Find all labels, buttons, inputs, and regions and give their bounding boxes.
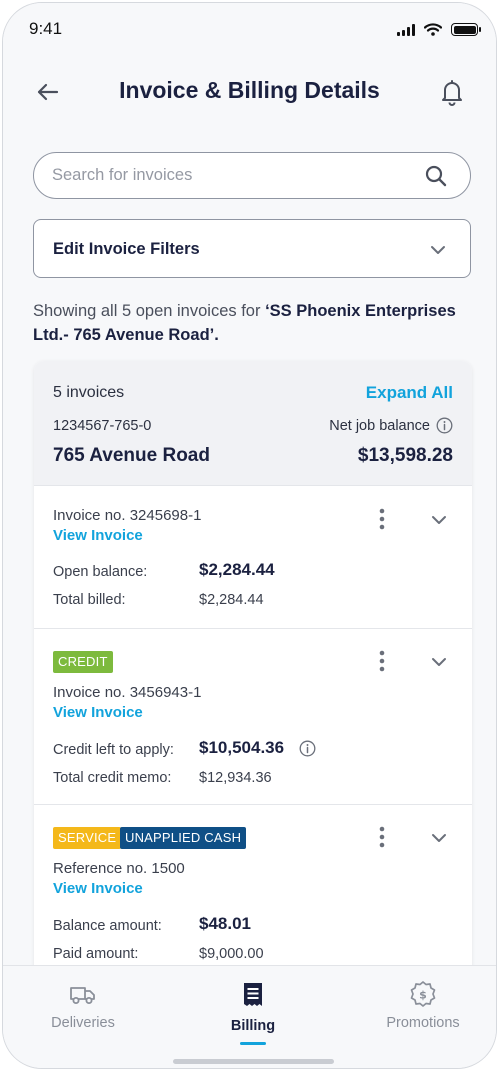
primary-amount-value: $10,504.36 [199, 738, 285, 757]
info-icon[interactable] [436, 417, 453, 434]
invoice-list-card: 5 invoices Expand All 1234567-765-0 Net … [34, 361, 472, 981]
nav-item-billing[interactable]: Billing [173, 966, 333, 1056]
search-icon[interactable] [424, 164, 448, 188]
view-invoice-link[interactable]: View Invoice [53, 527, 143, 544]
primary-amount-label: Credit left to apply: [53, 742, 174, 758]
back-button[interactable] [33, 77, 63, 107]
invoice-count: 5 invoices [53, 384, 125, 401]
secondary-amount-label: Total credit memo: [53, 770, 172, 786]
edit-invoice-filters-dropdown[interactable]: Edit Invoice Filters [33, 219, 471, 278]
battery-icon [451, 23, 481, 36]
service-badge: SERVICE [53, 827, 122, 849]
chevron-down-icon[interactable] [430, 511, 448, 529]
nav-label-promotions: Promotions [386, 1015, 460, 1031]
view-invoice-link[interactable]: View Invoice [53, 704, 143, 721]
secondary-amount-value: $2,284.44 [199, 592, 264, 608]
nav-item-promotions[interactable]: $ Promotions [343, 966, 496, 1056]
more-options-icon[interactable] [374, 649, 390, 673]
secondary-amount-value: $12,934.36 [199, 770, 272, 786]
bottom-navigation: Deliveries Billing $ Promotions [3, 965, 496, 1068]
invoice-summary-text: Showing all 5 open invoices for ‘SS Phoe… [33, 299, 473, 347]
view-invoice-link[interactable]: View Invoice [53, 880, 143, 897]
account-summary: 5 invoices Expand All 1234567-765-0 Net … [34, 361, 472, 486]
nav-label-billing: Billing [230, 1018, 276, 1034]
search-bar [33, 152, 471, 199]
net-job-balance-label: Net job balance [329, 417, 430, 434]
primary-amount-value: $2,284.44 [199, 560, 275, 579]
home-indicator[interactable] [173, 1059, 334, 1064]
nav-item-deliveries[interactable]: Deliveries [3, 966, 163, 1056]
more-options-icon[interactable] [374, 507, 390, 531]
invoice-item: Invoice no. 3245698-1 View Invoice Open … [34, 487, 472, 629]
active-tab-indicator [240, 1042, 266, 1045]
job-address: 765 Avenue Road [53, 445, 210, 466]
invoice-reference: Reference no. 1500 [53, 860, 185, 877]
nav-label-deliveries: Deliveries [51, 1015, 115, 1031]
info-icon[interactable] [299, 740, 316, 757]
promotions-icon: $ [410, 981, 436, 1007]
truck-icon [70, 987, 95, 1004]
invoice-item: CREDIT Invoice no. 3456943-1 View Invoic… [34, 629, 472, 805]
invoice-item: SERVICE UNAPPLIED CASH Reference no. 150… [34, 805, 472, 981]
bell-icon [442, 80, 462, 106]
secondary-amount-value: $9,000.00 [199, 946, 264, 962]
net-job-balance-label-row: Net job balance [329, 417, 453, 434]
secondary-amount-label: Total billed: [53, 592, 126, 608]
phone-frame: 9:41 Invoice & Billing Details Search fo… [2, 2, 497, 1069]
primary-amount-label: Balance amount: [53, 918, 162, 934]
signal-icon [397, 23, 415, 36]
filters-label: Edit Invoice Filters [53, 240, 200, 258]
secondary-amount-label: Paid amount: [53, 946, 139, 962]
expand-all-link[interactable]: Expand All [366, 383, 453, 403]
search-input[interactable] [52, 153, 412, 197]
wifi-icon [424, 23, 442, 36]
status-time: 9:41 [29, 19, 63, 38]
summary-prefix: Showing all 5 open invoices for [33, 302, 266, 320]
unapplied-cash-badge: UNAPPLIED CASH [120, 827, 247, 849]
arrow-left-icon [37, 83, 59, 101]
invoice-reference: Invoice no. 3245698-1 [53, 507, 202, 524]
primary-amount-label: Open balance: [53, 564, 148, 580]
app-header: Invoice & Billing Details [3, 53, 496, 131]
net-job-balance-value: $13,598.28 [357, 445, 453, 466]
notifications-button[interactable] [438, 77, 466, 107]
account-number: 1234567-765-0 [53, 418, 152, 434]
status-bar: 9:41 [3, 3, 496, 53]
chevron-down-icon[interactable] [430, 829, 448, 847]
chevron-down-icon [431, 246, 445, 254]
status-icons [397, 23, 481, 36]
billing-icon [244, 983, 262, 1006]
invoice-reference: Invoice no. 3456943-1 [53, 684, 202, 701]
page-title: Invoice & Billing Details [119, 77, 380, 103]
svg-text:$: $ [419, 989, 427, 1002]
primary-amount-value: $48.01 [199, 914, 251, 933]
chevron-down-icon[interactable] [430, 653, 448, 671]
credit-badge: CREDIT [53, 651, 113, 673]
more-options-icon[interactable] [374, 825, 390, 849]
